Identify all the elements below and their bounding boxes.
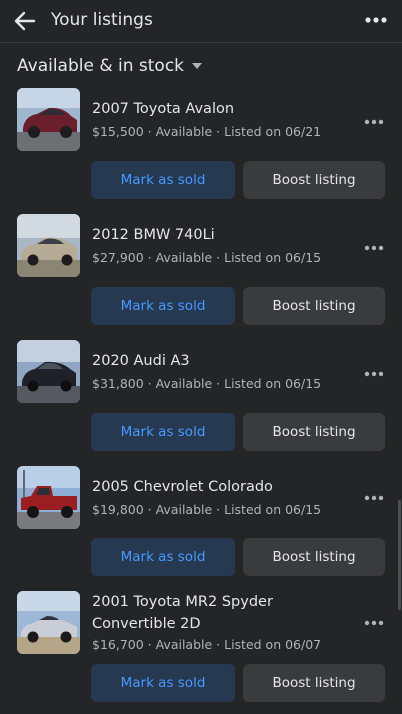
caret-down-icon [192, 63, 203, 69]
more-options-icon[interactable] [364, 244, 384, 252]
scrollbar[interactable] [398, 500, 401, 610]
listing-thumbnail[interactable] [17, 214, 80, 277]
listing-title[interactable]: 2001 Toyota MR2 Spyder Convertible 2D [92, 591, 352, 635]
listing-meta: $27,900 · Available · Listed on 06/15 [92, 250, 322, 265]
listing-thumbnail[interactable] [17, 88, 80, 151]
listing-thumbnail[interactable] [17, 466, 80, 529]
listing-thumbnail[interactable] [17, 340, 80, 403]
mark-as-sold-button[interactable]: Mark as sold [91, 161, 235, 199]
more-options-icon[interactable] [364, 13, 388, 27]
mark-as-sold-button[interactable]: Mark as sold [91, 413, 235, 451]
boost-listing-button[interactable]: Boost listing [243, 664, 385, 702]
mark-as-sold-button[interactable]: Mark as sold [91, 287, 235, 325]
listing-meta: $16,700 · Available · Listed on 06/07 [92, 637, 322, 652]
header: Your listings [0, 0, 402, 43]
mark-as-sold-button[interactable]: Mark as sold [91, 538, 235, 576]
listing-title[interactable]: 2012 BMW 740Li [92, 224, 352, 246]
boost-listing-button[interactable]: Boost listing [243, 413, 385, 451]
listing-title[interactable]: 2005 Chevrolet Colorado [92, 476, 352, 498]
listing-thumbnail[interactable] [17, 591, 80, 654]
listing-meta: $19,800 · Available · Listed on 06/15 [92, 502, 322, 517]
boost-listing-button[interactable]: Boost listing [243, 287, 385, 325]
boost-listing-button[interactable]: Boost listing [243, 161, 385, 199]
status-filter-dropdown[interactable]: Available & in stock [17, 54, 203, 78]
page-title: Your listings [51, 10, 153, 30]
listing-meta: $15,500 · Available · Listed on 06/21 [92, 124, 322, 139]
more-options-icon[interactable] [364, 118, 384, 126]
more-options-icon[interactable] [364, 370, 384, 378]
filter-label: Available & in stock [17, 56, 185, 76]
listings-screen: Your listings Available & in stock 2007 [0, 0, 402, 714]
listing-title[interactable]: 2020 Audi A3 [92, 350, 352, 372]
listing-meta: $31,800 · Available · Listed on 06/15 [92, 376, 322, 391]
mark-as-sold-button[interactable]: Mark as sold [91, 664, 235, 702]
more-options-icon[interactable] [364, 619, 384, 627]
more-options-icon[interactable] [364, 494, 384, 502]
listing-title[interactable]: 2007 Toyota Avalon [92, 98, 352, 120]
back-arrow-icon[interactable] [12, 8, 38, 34]
boost-listing-button[interactable]: Boost listing [243, 538, 385, 576]
